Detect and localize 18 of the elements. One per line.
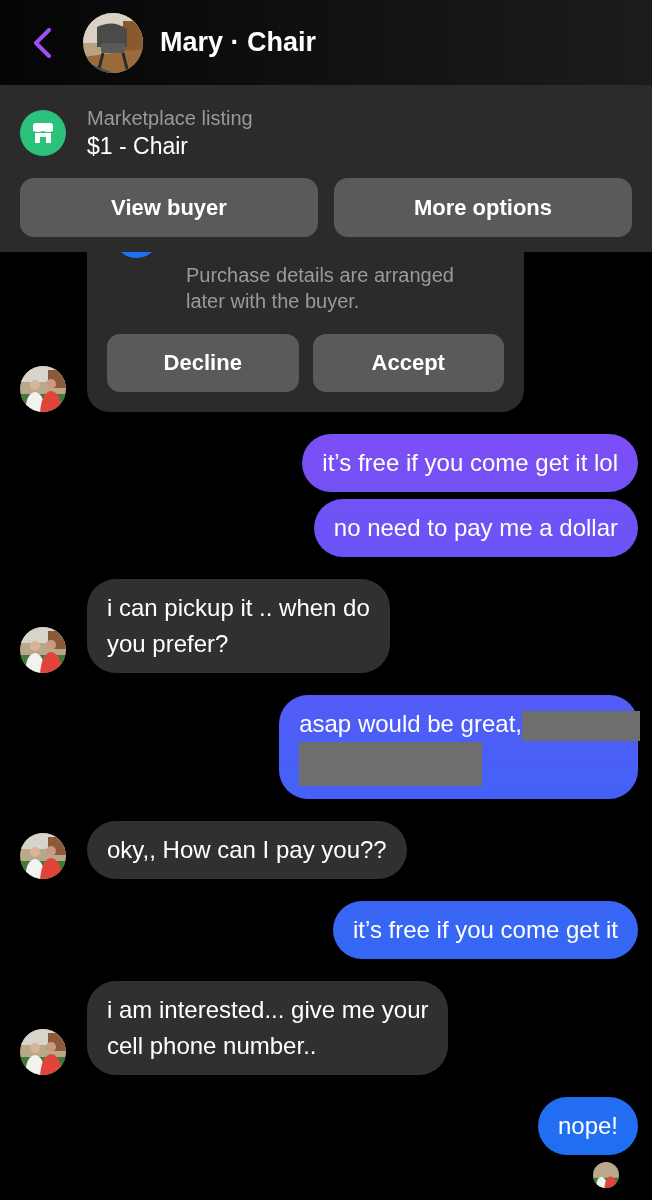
message-bubble: i am interested... give me your cell phone number.. [87,981,449,1075]
message-bubble: i can pickup it .. when do you prefer? [87,579,390,673]
listing-title: $1 - Chair [87,132,189,161]
message-bubble: it’s free if you come get it lol [302,434,638,492]
listing-label: Marketplace listing [87,106,253,131]
message-bubble: oky,, How can I pay you?? [87,821,407,879]
back-icon[interactable] [32,27,52,58]
store-icon [20,110,66,156]
message-bubble: it’s free if you come get it [333,901,638,959]
listing-button[interactable]: View buyer [20,178,318,237]
offer-button[interactable]: Decline [107,334,299,392]
conversation-title: Mary · Chair [160,27,317,58]
listing-button[interactable]: More options [334,178,632,237]
message-bubble: nope! [537,1097,638,1155]
offer-button[interactable]: Accept [312,334,504,392]
offer-text: Purchase details are arranged later with the buyer. [186,263,455,314]
message-bubble: asap would be great, [279,695,638,799]
message-bubble: no need to pay me a dollar [313,499,638,557]
